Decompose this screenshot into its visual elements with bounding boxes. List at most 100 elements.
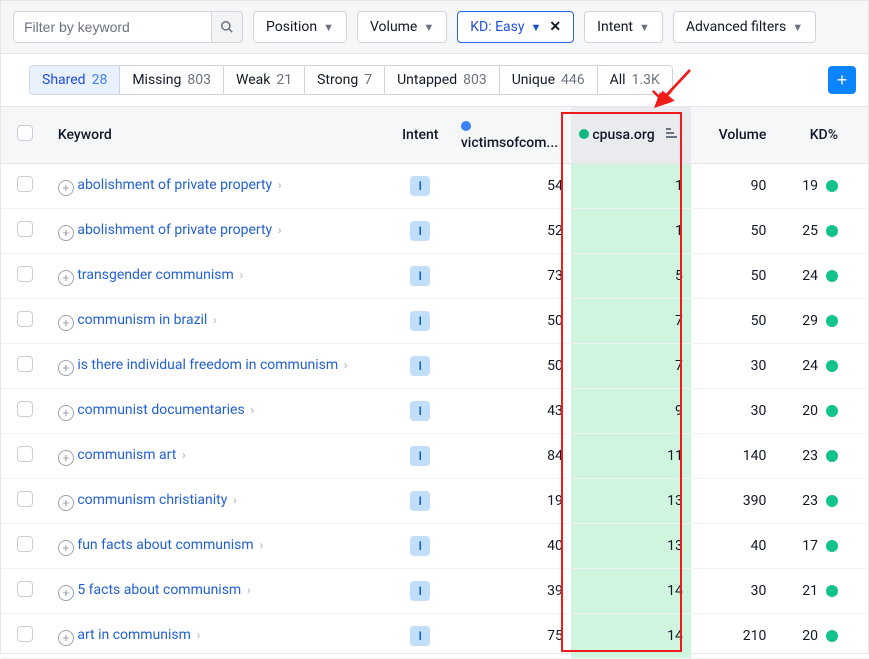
row-checkbox[interactable] [17, 401, 33, 417]
kd-dot-icon [826, 495, 838, 507]
header-intent[interactable]: Intent [388, 107, 453, 164]
chevrons-right-icon: ›› [239, 268, 240, 282]
volume-value: 30 [691, 344, 774, 389]
intent-badge: I [410, 446, 430, 466]
row-checkbox[interactable] [17, 266, 33, 282]
row-checkbox[interactable] [17, 446, 33, 462]
kd-dot-icon [826, 405, 838, 417]
intent-badge: I [410, 491, 430, 511]
expand-icon[interactable]: + [58, 405, 74, 421]
header-domain1[interactable]: victimsofcom... [453, 107, 571, 164]
keyword-filter-input[interactable] [13, 11, 211, 43]
expand-icon[interactable]: + [58, 585, 74, 601]
intent-badge: I [410, 626, 430, 646]
intent-badge: I [410, 356, 430, 376]
tab-unique[interactable]: Unique 446 [499, 66, 597, 94]
select-all-checkbox[interactable] [17, 125, 33, 141]
sort-asc-icon [666, 128, 679, 142]
expand-icon[interactable]: + [58, 360, 74, 376]
advanced-filters[interactable]: Advanced filters ▼ [673, 11, 816, 43]
search-icon [220, 20, 234, 34]
tab-label: Missing [132, 72, 181, 88]
expand-icon[interactable]: + [58, 450, 74, 466]
chevrons-right-icon: ›› [278, 223, 279, 237]
domain1-value: 50 [453, 299, 571, 344]
table-row: + art in communism ››I751421020 [1, 614, 868, 659]
keyword-link[interactable]: abolishment of private property [77, 222, 272, 238]
keyword-link[interactable]: communism in brazil [77, 312, 207, 328]
expand-icon[interactable]: + [58, 495, 74, 511]
tab-count: 28 [92, 72, 108, 88]
chevrons-right-icon: ›› [259, 538, 260, 552]
tab-untapped[interactable]: Untapped 803 [384, 66, 499, 94]
tab-strong[interactable]: Strong 7 [304, 66, 384, 94]
expand-icon[interactable]: + [58, 270, 74, 286]
chevrons-right-icon: ›› [247, 583, 248, 597]
row-checkbox[interactable] [17, 581, 33, 597]
domain2-value: 14 [571, 614, 691, 659]
row-checkbox[interactable] [17, 491, 33, 507]
table-row: + communist documentaries ››I4393020 [1, 389, 868, 434]
kd-value: 19 [802, 178, 818, 194]
row-checkbox[interactable] [17, 356, 33, 372]
kd-dot-icon [826, 315, 838, 327]
position-filter[interactable]: Position ▼ [253, 11, 347, 43]
row-checkbox[interactable] [17, 311, 33, 327]
expand-icon[interactable]: + [58, 540, 74, 556]
table-row: + transgender communism ››I7355024 [1, 254, 868, 299]
table-row: + abolishment of private property ››I541… [1, 164, 868, 209]
header-volume[interactable]: Volume [691, 107, 774, 164]
tab-weak[interactable]: Weak 21 [223, 66, 304, 94]
intent-filter[interactable]: Intent ▼ [584, 11, 663, 43]
kd-value: 21 [802, 583, 818, 599]
keyword-link[interactable]: art in communism [77, 627, 191, 643]
row-checkbox[interactable] [17, 221, 33, 237]
header-keyword[interactable]: Keyword [50, 107, 388, 164]
tab-missing[interactable]: Missing 803 [119, 66, 223, 94]
keyword-link[interactable]: fun facts about communism [77, 537, 253, 553]
keyword-link[interactable]: communism art [77, 447, 176, 463]
keyword-link[interactable]: communism christianity [77, 492, 227, 508]
tab-shared[interactable]: Shared 28 [30, 66, 119, 94]
tab-all[interactable]: All 1.3K [597, 66, 672, 94]
tab-label: Weak [236, 72, 270, 88]
expand-icon[interactable]: + [58, 630, 74, 646]
row-checkbox[interactable] [17, 176, 33, 192]
header-domain2-label: cpusa.org [592, 127, 654, 143]
keyword-link[interactable]: abolishment of private property [77, 177, 272, 193]
tab-label: Untapped [397, 72, 457, 88]
keyword-link[interactable]: transgender communism [77, 267, 233, 283]
row-checkbox[interactable] [17, 536, 33, 552]
volume-value: 90 [691, 164, 774, 209]
kd-filter[interactable]: KD: Easy ▼ ✕ [457, 11, 574, 43]
expand-icon[interactable]: + [58, 180, 74, 196]
volume-filter[interactable]: Volume ▼ [357, 11, 447, 43]
chevrons-right-icon: ›› [233, 493, 234, 507]
header-kd[interactable]: KD% [774, 107, 868, 164]
keyword-link[interactable]: 5 facts about communism [77, 582, 241, 598]
domain1-value: 73 [453, 254, 571, 299]
add-button[interactable]: + [828, 66, 856, 94]
tabs-row: Shared 28 Missing 803 Weak 21 Strong 7 U… [1, 54, 868, 107]
chevron-down-icon: ▼ [323, 21, 334, 34]
volume-value: 30 [691, 569, 774, 614]
chevron-down-icon: ▼ [639, 21, 650, 34]
search-button[interactable] [211, 11, 243, 43]
expand-icon[interactable]: + [58, 315, 74, 331]
domain1-value: 43 [453, 389, 571, 434]
header-domain2[interactable]: cpusa.org [571, 107, 691, 164]
clear-kd-filter-icon[interactable]: ✕ [547, 19, 561, 35]
row-checkbox[interactable] [17, 626, 33, 642]
chevrons-right-icon: ›› [250, 403, 251, 417]
kd-value: 20 [802, 403, 818, 419]
expand-icon[interactable]: + [58, 225, 74, 241]
chevrons-right-icon: ›› [278, 178, 279, 192]
keyword-link[interactable]: communist documentaries [77, 402, 244, 418]
domain1-value: 39 [453, 569, 571, 614]
domain2-value: 7 [571, 299, 691, 344]
table-row: + communism in brazil ››I5075029 [1, 299, 868, 344]
keyword-link[interactable]: is there individual freedom in communism [77, 357, 338, 373]
tab-count: 803 [187, 72, 211, 88]
tab-label: Strong [317, 72, 358, 88]
domain1-value: 19 [453, 479, 571, 524]
